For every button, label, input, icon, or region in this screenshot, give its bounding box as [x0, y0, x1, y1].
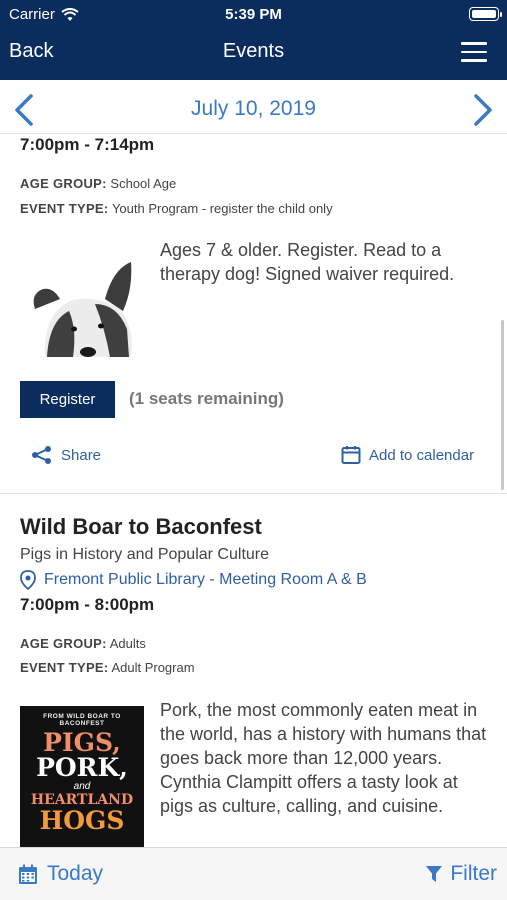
event-type-label: EVENT TYPE: — [20, 660, 109, 675]
calendar-icon — [19, 864, 37, 884]
cover-word: HOGS — [39, 806, 125, 835]
age-group-value: School Age — [110, 176, 177, 191]
filter-icon — [426, 865, 443, 882]
chevron-right-icon[interactable] — [470, 93, 496, 127]
location-pin-icon — [20, 570, 36, 590]
age-group-label: AGE GROUP: — [20, 636, 107, 651]
age-group: AGE GROUP: School Age — [20, 176, 176, 191]
scrollbar[interactable] — [501, 320, 504, 490]
share-button[interactable]: Share — [31, 445, 101, 465]
seats-remaining: (1 seats remaining) — [129, 389, 284, 408]
add-to-calendar-button[interactable]: Add to calendar — [341, 445, 474, 465]
cover-word: PORK, — [36, 753, 128, 782]
age-group-label: AGE GROUP: — [20, 176, 107, 191]
age-group-value: Adults — [109, 636, 146, 651]
nav-bar: Back Events — [0, 34, 507, 72]
bottom-toolbar: Today Filter — [0, 847, 507, 900]
event-subtitle: Pigs in History and Popular Culture — [20, 546, 270, 563]
events-list[interactable]: 7:00pm - 7:14pm AGE GROUP: School Age EV… — [0, 134, 507, 847]
calendar-label: Add to calendar — [369, 446, 475, 464]
event-type-value: Youth Program - register the child only — [111, 201, 333, 216]
filter-button[interactable]: Filter — [426, 862, 497, 886]
location-label: Fremont Public Library - Meeting Room A … — [44, 571, 367, 588]
age-group: AGE GROUP: Adults — [20, 636, 146, 651]
battery-icon — [469, 7, 502, 21]
dog-image — [25, 259, 135, 359]
event-location-link[interactable]: Fremont Public Library - Meeting Room A … — [20, 570, 367, 590]
event-type-label: EVENT TYPE: — [20, 201, 109, 216]
cover-tagline: FROM WILD BOAR TO BACONFEST — [43, 713, 121, 727]
status-bar: Carrier 5:39 PM — [0, 0, 507, 28]
today-button[interactable]: Today — [18, 862, 103, 886]
register-button[interactable]: Register — [20, 381, 115, 418]
filter-label: Filter — [450, 862, 497, 885]
calendar-icon — [341, 446, 361, 464]
share-label: Share — [61, 446, 102, 464]
event-type-value: Adult Program — [111, 660, 195, 675]
current-date: July 10, 2019 — [191, 97, 316, 120]
event-description: Ages 7 & older. Register. Read to a ther… — [160, 240, 455, 284]
hamburger-menu-icon[interactable] — [461, 42, 487, 62]
today-label: Today — [47, 862, 104, 885]
cover-word: PIGS, — [43, 728, 121, 757]
book-cover-image: FROM WILD BOAR TO BACONFEST PIGS, PORK, … — [20, 706, 144, 847]
date-navigator: July 10, 2019 — [0, 80, 507, 134]
event-time: 7:00pm - 8:00pm — [20, 595, 155, 614]
event-description: Pork, the most commonly eaten meat in th… — [160, 700, 487, 816]
divider — [0, 493, 507, 494]
event-time: 7:00pm - 7:14pm — [20, 135, 155, 154]
status-time: 5:39 PM — [225, 6, 282, 23]
event-type: EVENT TYPE: Adult Program — [20, 660, 195, 675]
share-icon — [32, 446, 51, 464]
cover-word: and — [73, 781, 91, 792]
event-type: EVENT TYPE: Youth Program - register the… — [20, 201, 333, 216]
page-title: Events — [222, 40, 285, 62]
event-title[interactable]: Wild Boar to Baconfest — [20, 514, 262, 540]
top-bar: Carrier 5:39 PM Back Events — [0, 0, 507, 80]
